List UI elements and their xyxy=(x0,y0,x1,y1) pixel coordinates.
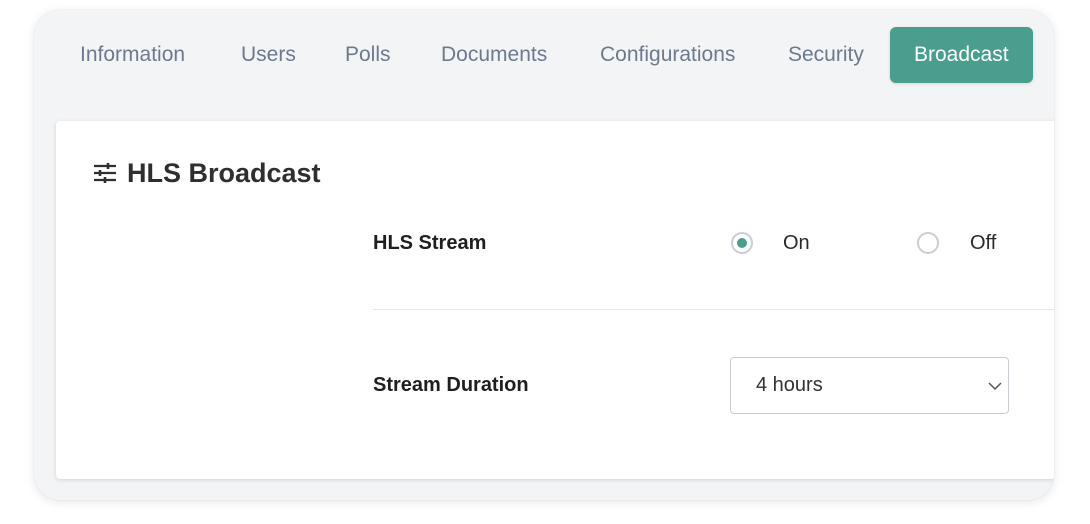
stream-duration-label: Stream Duration xyxy=(373,374,529,396)
section-title: HLS Broadcast xyxy=(127,157,321,188)
settings-window: Information Users Polls Documents Config… xyxy=(34,10,1054,500)
hls-stream-on-radio[interactable] xyxy=(731,232,753,254)
stream-duration-select[interactable]: 4 hours xyxy=(730,357,1009,414)
hls-stream-off-label[interactable]: Off xyxy=(970,232,996,255)
sliders-icon xyxy=(93,161,117,185)
hls-stream-label: HLS Stream xyxy=(373,232,487,254)
tab-users[interactable]: Users xyxy=(241,27,296,83)
stream-duration-value: 4 hours xyxy=(756,374,823,396)
tab-bar: Information Users Polls Documents Config… xyxy=(34,27,1054,83)
tab-broadcast[interactable]: Broadcast xyxy=(890,27,1033,83)
hls-stream-on-label[interactable]: On xyxy=(783,232,810,255)
tab-documents[interactable]: Documents xyxy=(441,27,547,83)
tab-security[interactable]: Security xyxy=(788,27,864,83)
tab-configurations[interactable]: Configurations xyxy=(600,27,735,83)
chevron-down-icon xyxy=(988,379,1002,391)
tab-polls[interactable]: Polls xyxy=(345,27,391,83)
section-header: HLS Broadcast xyxy=(93,155,321,191)
divider xyxy=(373,309,1054,310)
broadcast-settings-card: HLS Broadcast HLS Stream On Off Stream D… xyxy=(56,121,1054,479)
hls-stream-off-radio[interactable] xyxy=(917,232,939,254)
tab-information[interactable]: Information xyxy=(80,27,185,83)
